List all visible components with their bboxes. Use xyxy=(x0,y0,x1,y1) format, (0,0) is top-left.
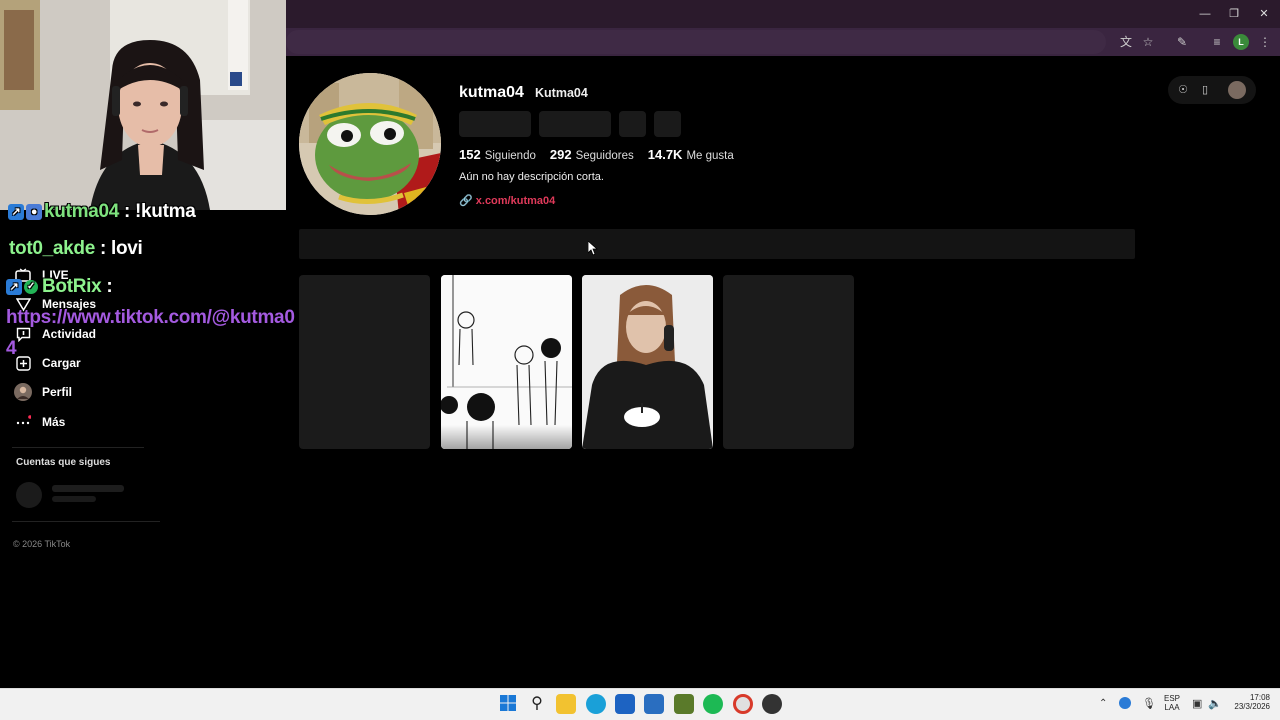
chat-line: tot0_akde : lovi xyxy=(9,238,143,260)
chat-username: BotRix xyxy=(42,276,102,297)
profile-stats: 152 Siguiendo 292 Seguidores 14.7K Me gusta xyxy=(459,147,734,162)
compass-icon[interactable]: ☉ xyxy=(1176,83,1190,97)
video-thumbnail[interactable] xyxy=(582,275,713,449)
followers-label: Seguidores xyxy=(575,150,634,162)
sidebar-divider xyxy=(12,521,160,522)
chat-username: tot0_akde xyxy=(9,238,96,259)
edge-browser-icon[interactable] xyxy=(586,694,606,714)
user-avatar-icon[interactable] xyxy=(1228,81,1246,99)
video-thumbnail[interactable] xyxy=(299,275,430,449)
moderator-badge-icon: ↗ xyxy=(8,203,24,220)
followers-stat[interactable]: 292 Seguidores xyxy=(550,147,634,162)
action-button-skeleton xyxy=(654,111,681,137)
address-bar[interactable] xyxy=(286,30,1106,54)
outlook-icon[interactable] xyxy=(644,694,664,714)
minimize-icon[interactable]: — xyxy=(1190,4,1220,24)
clock-date: 23/3/2026 xyxy=(1234,702,1270,711)
browser-menu-icon[interactable]: ⋮ xyxy=(1256,33,1274,51)
profile-link-text: x.com/kutma04 xyxy=(475,195,556,207)
subscriber-badge-icon: ● xyxy=(26,203,42,220)
sidebar-divider xyxy=(12,447,144,448)
streamer-webcam xyxy=(0,0,286,210)
likes-count: 14.7K xyxy=(647,147,683,162)
video-thumbnail[interactable] xyxy=(441,275,572,449)
profile-tabs-skeleton xyxy=(299,229,1135,259)
more-icon xyxy=(14,413,32,431)
microphone-icon[interactable]: 🎙 xyxy=(1142,697,1156,710)
spotify-icon[interactable] xyxy=(703,694,723,714)
windows-start-icon[interactable] xyxy=(498,694,518,714)
close-icon[interactable]: ✕ xyxy=(1249,4,1279,24)
store-icon[interactable] xyxy=(615,694,635,714)
profile-nickname: Kutma04 xyxy=(535,86,588,100)
profile-bio: Aún no hay descripción corta. xyxy=(459,171,604,183)
chat-line: ↗ ✓ BotRix : xyxy=(6,276,113,298)
action-button-skeleton xyxy=(619,111,646,137)
sidebar-item-label: Actividad xyxy=(42,327,97,341)
onedrive-icon[interactable] xyxy=(1119,697,1131,709)
extensions-icon[interactable]: ✎ xyxy=(1173,33,1191,51)
tray-chevron-icon[interactable]: ⌃ xyxy=(1099,698,1107,709)
search-icon[interactable]: ⚲ xyxy=(527,694,547,714)
verified-check-icon: ✓ xyxy=(24,279,38,294)
avatar-icon xyxy=(14,383,32,401)
network-icon[interactable]: ▣ xyxy=(1192,697,1202,710)
following-stat[interactable]: 152 Siguiendo xyxy=(459,147,536,162)
following-accounts-title: Cuentas que sigues xyxy=(16,457,111,468)
media-queue-icon[interactable]: ≡ xyxy=(1208,33,1226,51)
language-indicator[interactable]: ESP LAA xyxy=(1162,694,1182,712)
sidebar-item-more[interactable]: Más xyxy=(14,411,65,433)
followers-count: 292 xyxy=(549,147,572,162)
chat-message: : xyxy=(106,276,113,297)
chrome-icon[interactable] xyxy=(733,694,753,714)
video-thumbnail[interactable] xyxy=(723,275,854,449)
profile-link[interactable]: 🔗 x.com/kutma04 xyxy=(459,194,555,207)
message-button-skeleton xyxy=(539,111,611,137)
profile-avatar[interactable] xyxy=(299,73,441,215)
chat-url-continued: 4 xyxy=(6,338,17,359)
file-explorer-icon[interactable] xyxy=(556,694,576,714)
obs-icon[interactable] xyxy=(762,694,782,714)
chat-line: ↗ ● kutma04 : !kutma xyxy=(8,201,196,223)
clock[interactable]: 17:08 23/3/2026 xyxy=(1224,693,1270,711)
following-label: Siguiendo xyxy=(484,150,536,162)
chat-message: : !kutma xyxy=(123,201,196,222)
moderator-badge-icon: ↗ xyxy=(6,278,22,295)
app-icon[interactable] xyxy=(674,694,694,714)
profile-username: kutma04 xyxy=(459,84,524,101)
following-skeleton-line xyxy=(52,485,124,492)
clock-time: 17:08 xyxy=(1249,693,1270,702)
mouse-cursor-icon xyxy=(587,240,599,261)
phone-icon[interactable]: ▯ xyxy=(1198,83,1212,97)
likes-label: Me gusta xyxy=(686,150,734,162)
sidebar-item-label: Más xyxy=(42,415,66,429)
following-skeleton-avatar xyxy=(16,482,42,508)
keyboard-layout: LAA xyxy=(1164,703,1180,712)
browser-profile-avatar[interactable]: L xyxy=(1233,34,1249,50)
volume-icon[interactable]: 🔈 xyxy=(1208,697,1222,710)
restore-icon[interactable]: ❐ xyxy=(1219,4,1249,24)
sidebar-item-upload[interactable]: Cargar xyxy=(14,352,81,374)
likes-stat: 14.7K Me gusta xyxy=(648,147,734,162)
following-count: 152 xyxy=(459,147,481,162)
chat-url: https://www.tiktok.com/@kutma0 xyxy=(6,307,295,328)
follow-button-skeleton xyxy=(459,111,531,137)
sidebar-item-label: Perfil xyxy=(42,385,73,399)
translate-icon[interactable]: 文 xyxy=(1117,33,1135,51)
sidebar-item-profile[interactable]: Perfil xyxy=(14,381,72,403)
following-skeleton-line xyxy=(52,496,96,502)
sidebar-item-label: Cargar xyxy=(42,356,81,370)
chat-username: kutma04 xyxy=(44,201,119,222)
chat-message: : lovi xyxy=(100,238,143,259)
windows-taskbar xyxy=(0,688,1280,720)
language-code: ESP xyxy=(1163,694,1180,703)
copyright-text: © 2026 TikTok xyxy=(13,539,71,549)
plus-square-icon xyxy=(14,354,32,372)
bookmark-star-icon[interactable]: ☆ xyxy=(1139,33,1157,51)
link-icon: 🔗 xyxy=(459,195,473,207)
